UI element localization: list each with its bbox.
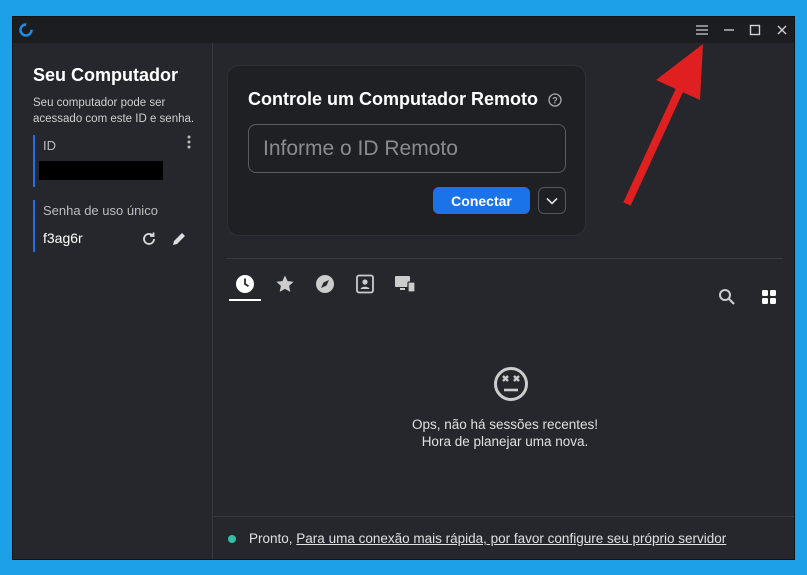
chevron-down-icon — [546, 197, 558, 205]
svg-text:?: ? — [552, 95, 558, 105]
maximize-icon[interactable] — [742, 17, 768, 43]
remote-control-card: Controle um Computador Remoto ? Conectar — [227, 65, 586, 236]
devices-icon — [395, 276, 416, 293]
id-value-redacted — [39, 161, 163, 180]
search-icon[interactable] — [717, 287, 737, 307]
empty-state-message: Ops, não há sessões recentes! — [411, 417, 599, 432]
tab-recent-sessions[interactable] — [229, 269, 261, 299]
close-icon[interactable] — [769, 17, 794, 43]
help-icon[interactable]: ? — [548, 93, 562, 107]
sidebar: Seu Computador Seu computador pode ser a… — [13, 43, 213, 559]
active-tab-indicator — [229, 299, 261, 301]
clock-icon — [236, 275, 254, 293]
tab-address-book[interactable] — [349, 269, 381, 299]
status-ready-text: Pronto, — [249, 531, 293, 546]
sidebar-title: Seu Computador — [33, 65, 179, 85]
remote-control-title: Controle um Computador Remoto — [248, 89, 538, 109]
empty-state-hint: Hora de planejar uma nova. — [421, 434, 589, 449]
edit-password-icon[interactable] — [169, 229, 189, 249]
title-bar — [13, 17, 794, 43]
remote-id-input[interactable] — [248, 124, 566, 173]
connect-button[interactable]: Conectar — [433, 187, 530, 214]
address-book-icon — [356, 274, 374, 294]
main-panel: Controle um Computador Remoto ? Conectar — [214, 43, 794, 559]
tab-devices[interactable] — [389, 269, 421, 299]
tab-discovered[interactable] — [309, 269, 341, 299]
refresh-password-icon[interactable] — [139, 229, 159, 249]
app-window: Seu Computador Seu computador pode ser a… — [12, 16, 795, 560]
status-bar: Pronto, Para uma conexão mais rápida, po… — [214, 516, 794, 559]
minimize-icon[interactable] — [716, 17, 742, 43]
id-block: ID — [33, 135, 193, 187]
password-value: f3ag6r — [43, 230, 83, 246]
hamburger-menu-icon[interactable] — [689, 17, 715, 43]
app-logo-icon — [19, 23, 33, 37]
password-label: Senha de uso único — [43, 203, 158, 218]
sad-face-icon — [494, 367, 528, 401]
status-indicator — [228, 535, 236, 543]
status-text: Pronto, Para uma conexão mais rápida, po… — [249, 531, 726, 546]
section-divider — [227, 258, 783, 259]
connect-options-dropdown[interactable] — [538, 187, 566, 214]
sidebar-description: Seu computador pode ser acessado com est… — [33, 97, 195, 125]
id-label: ID — [43, 138, 56, 153]
compass-icon — [316, 275, 334, 293]
more-options-icon[interactable] — [183, 135, 195, 151]
grid-view-icon[interactable] — [759, 287, 779, 307]
password-block: Senha de uso único f3ag6r — [33, 200, 193, 252]
tab-favorites[interactable] — [269, 269, 301, 299]
star-icon — [276, 275, 294, 292]
configure-server-link[interactable]: Para uma conexão mais rápida, por favor … — [296, 531, 726, 546]
